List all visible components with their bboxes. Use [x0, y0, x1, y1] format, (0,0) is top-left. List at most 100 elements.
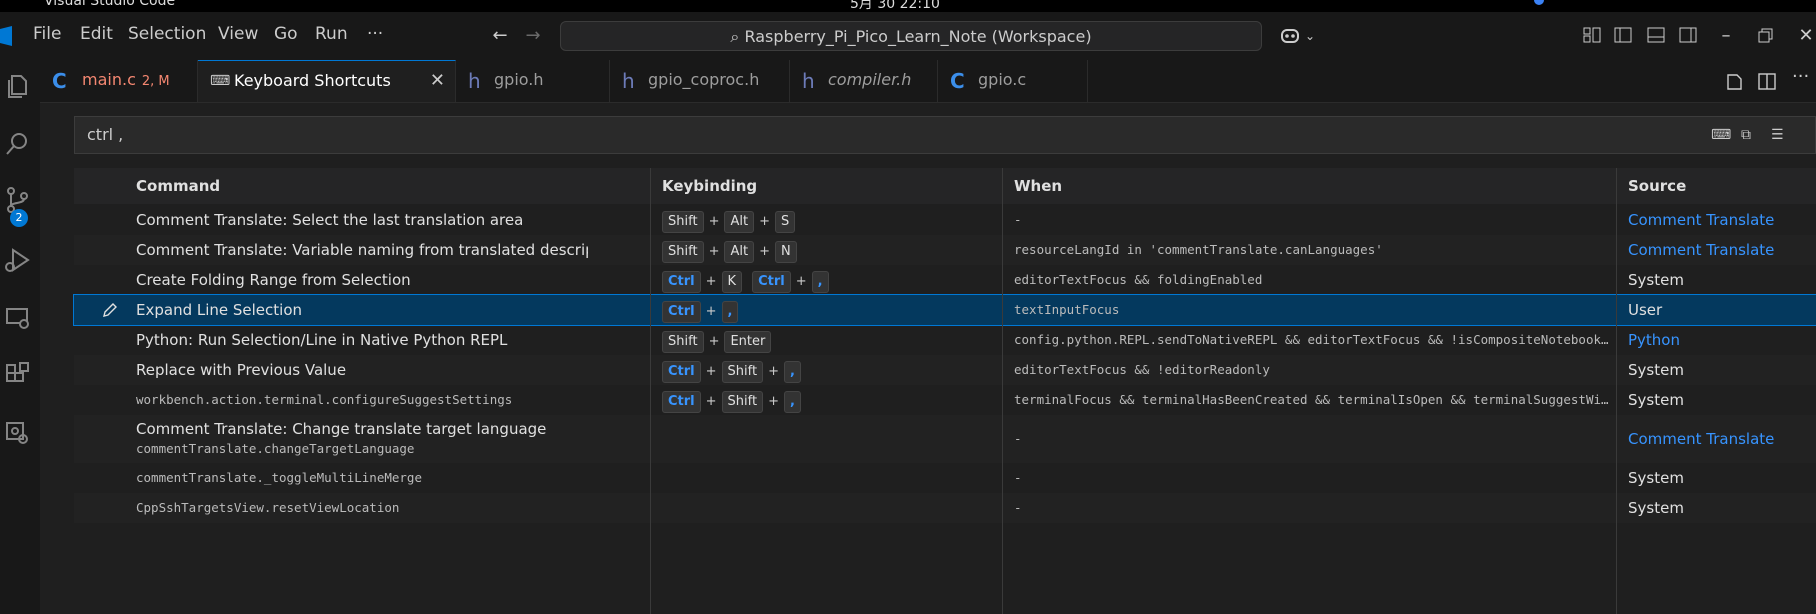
h-file-icon: h — [802, 69, 815, 93]
menu-file[interactable]: File — [33, 24, 61, 44]
customize-layout-icon[interactable] — [1583, 27, 1601, 43]
table-row[interactable]: Comment Translate: Change translate targ… — [74, 415, 1816, 463]
restore-icon[interactable] — [1758, 28, 1774, 44]
table-row[interactable]: commentTranslate._toggleMultiLineMerge - S… — [74, 463, 1816, 493]
when-cell: editorTextFocus && !editorReadonly — [1014, 362, 1270, 377]
column-header-keybinding[interactable]: Keybinding — [662, 177, 757, 195]
menu-go[interactable]: Go — [274, 24, 298, 44]
column-header-source[interactable]: Source — [1628, 177, 1686, 195]
open-keybindings-json-icon[interactable] — [1725, 73, 1743, 90]
keybindings-search-input[interactable]: ctrl , ⌨ ⧉ ☰ — [74, 116, 1816, 154]
keybinding-cell: Shift + Enter — [662, 325, 1002, 355]
record-keys-icon[interactable]: ⌨ — [1711, 127, 1731, 143]
keybinding-cell: Ctrl + K Ctrl +, — [662, 265, 1002, 295]
keybinding-cell — [662, 415, 1002, 463]
testing-icon[interactable] — [4, 418, 36, 450]
sort-by-precedence-icon[interactable]: ⧉ — [1741, 127, 1761, 143]
menu-run[interactable]: Run — [315, 24, 348, 44]
editor-tab-bar: C main.c 2, M ⌨ Keyboard Shortcuts ✕ h gp… — [40, 60, 1816, 103]
column-header-command[interactable]: Command — [136, 177, 220, 195]
back-arrow-icon[interactable]: ← — [490, 26, 510, 46]
command-label: Comment Translate: Change translate targ… — [136, 420, 547, 438]
when-cell: terminalFocus && terminalHasBeenCreated … — [1014, 392, 1614, 407]
menu-selection[interactable]: Selection — [128, 24, 206, 44]
keybinding-cell: Ctrl + Shift +, — [662, 385, 1002, 415]
minimize-icon[interactable]: – — [1716, 26, 1736, 46]
tab-main-c[interactable]: C main.c 2, M — [40, 60, 198, 102]
table-row[interactable]: Replace with Previous Value Ctrl + Shift +, e… — [74, 355, 1816, 385]
source-link[interactable]: Python — [1628, 325, 1816, 355]
table-row[interactable]: Create Folding Range from Selection Ctrl +… — [74, 265, 1816, 295]
key-cap: Shift — [662, 331, 704, 353]
menu-more[interactable]: ··· — [367, 24, 383, 44]
table-row[interactable]: Comment Translate: Variable naming from … — [74, 235, 1816, 265]
command-cell: Comment Translate: Variable naming from … — [136, 241, 588, 259]
command-cell: workbench.action.terminal.configureSugge… — [136, 392, 513, 407]
table-row-selected[interactable]: Expand Line Selection Ctrl +, textInputFocu… — [73, 294, 1816, 326]
chevron-down-icon[interactable]: ⌄ — [1300, 26, 1320, 46]
when-cell: textInputFocus — [1014, 302, 1120, 317]
toggle-secondary-sidebar-icon[interactable] — [1679, 27, 1697, 43]
command-center-search[interactable]: ⌕ Raspberry_Pi_Pico_Learn_Note (Workspac… — [560, 21, 1262, 51]
extensions-icon[interactable] — [4, 360, 36, 392]
clear-search-icon[interactable]: ☰ — [1771, 127, 1791, 143]
key-cap: , — [784, 361, 801, 383]
column-divider[interactable] — [650, 168, 651, 614]
table-row[interactable]: CppSshTargetsView.resetViewLocation - Syst… — [74, 493, 1816, 523]
remote-explorer-icon[interactable] — [4, 304, 36, 336]
keybinding-cell: Ctrl +, — [662, 295, 1002, 325]
source-link[interactable]: Comment Translate — [1628, 205, 1816, 235]
command-cell: Replace with Previous Value — [136, 361, 347, 379]
close-tab-icon[interactable]: ✕ — [430, 70, 445, 91]
os-notification-icon[interactable] — [1534, 0, 1544, 5]
os-clock: 5月 30 22:10 — [850, 0, 940, 12]
tab-compiler-h[interactable]: h compiler.h — [790, 60, 938, 102]
copilot-icon[interactable] — [1280, 26, 1302, 46]
activity-bar: 2 — [0, 60, 41, 614]
table-header: Command Keybinding When Source — [74, 168, 1816, 204]
source-link[interactable]: Comment Translate — [1628, 415, 1816, 463]
explorer-icon[interactable] — [4, 72, 36, 104]
key-cap: Shift — [662, 241, 704, 263]
table-row[interactable]: workbench.action.terminal.configureSugge… — [74, 385, 1816, 415]
key-cap: Ctrl — [662, 361, 701, 383]
menu-view[interactable]: View — [218, 24, 258, 44]
when-cell: - — [1014, 500, 1022, 515]
h-file-icon: h — [622, 69, 635, 93]
tab-label: compiler.h — [828, 70, 912, 89]
source-link[interactable]: Comment Translate — [1628, 235, 1816, 265]
table-row[interactable]: Comment Translate: Select the last trans… — [74, 205, 1816, 235]
keybindings-table: Command Keybinding When Source Comment T… — [73, 168, 1816, 614]
edit-keybinding-icon[interactable] — [102, 302, 118, 318]
table-row[interactable]: Python: Run Selection/Line in Native Pyt… — [74, 325, 1816, 355]
column-header-when[interactable]: When — [1014, 177, 1062, 195]
key-cap: Shift — [662, 211, 704, 233]
vscode-logo-icon — [0, 26, 12, 46]
tab-gpio-h[interactable]: h gpio.h — [456, 60, 610, 102]
search-activity-icon[interactable] — [4, 130, 36, 162]
tab-keyboard-shortcuts[interactable]: ⌨ Keyboard Shortcuts ✕ — [198, 60, 456, 102]
close-window-icon[interactable]: ✕ — [1796, 26, 1816, 46]
forward-arrow-icon[interactable]: → — [523, 26, 543, 46]
menu-edit[interactable]: Edit — [80, 24, 113, 44]
key-cap: Ctrl — [662, 391, 701, 413]
tab-label: gpio.h — [494, 70, 544, 89]
toggle-primary-sidebar-icon[interactable] — [1614, 27, 1632, 43]
source-cell: User — [1628, 301, 1663, 319]
tab-label: Keyboard Shortcuts — [234, 71, 391, 90]
keybinding-cell: Ctrl + Shift +, — [662, 355, 1002, 385]
key-cap: S — [774, 211, 796, 233]
toggle-panel-icon[interactable] — [1647, 27, 1665, 43]
tab-gpio-coproc-h[interactable]: h gpio_coproc.h — [610, 60, 790, 102]
column-divider[interactable] — [1002, 168, 1003, 614]
more-actions-icon[interactable]: ··· — [1792, 66, 1809, 87]
keybinding-cell: Shift + Alt + S — [662, 205, 1002, 235]
c-file-icon: C — [950, 69, 965, 93]
column-divider[interactable] — [1616, 168, 1617, 614]
run-debug-icon[interactable] — [4, 246, 36, 278]
key-cap: Ctrl — [662, 271, 701, 293]
tab-gpio-c[interactable]: C gpio.c — [938, 60, 1088, 102]
tab-label: gpio.c — [978, 70, 1027, 89]
split-editor-icon[interactable] — [1758, 73, 1776, 90]
when-cell: - — [1014, 212, 1022, 227]
